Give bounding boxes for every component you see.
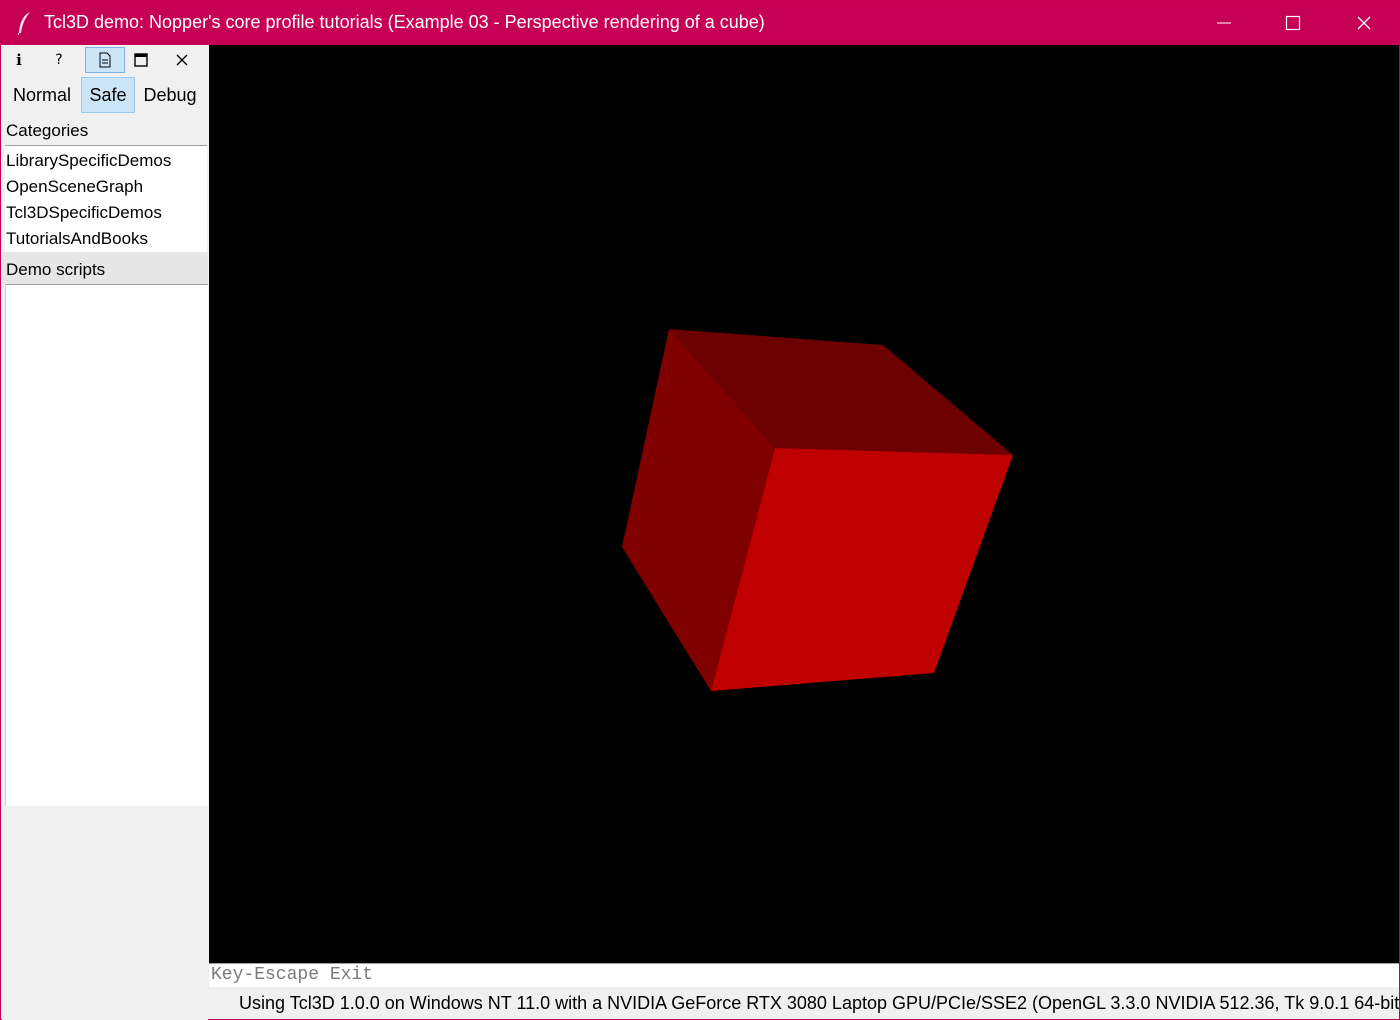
demo-scripts-header: Demo scripts (2, 252, 208, 284)
demo-scripts-list[interactable] (5, 284, 208, 806)
demo-scripts-label: Demo scripts (6, 260, 106, 279)
help-icon: ? (55, 52, 63, 68)
info-button[interactable]: i (0, 47, 39, 73)
opengl-viewport[interactable] (209, 45, 1399, 963)
close-icon (176, 54, 188, 66)
maximize-button[interactable] (1270, 1, 1316, 45)
title-bar[interactable]: Tcl3D demo: Nopper's core profile tutori… (1, 1, 1399, 45)
close-icon (1357, 16, 1371, 30)
app-window: Tcl3D demo: Nopper's core profile tutori… (0, 0, 1400, 1020)
key-info-line: Key-Escape Exit (209, 963, 1399, 987)
categories-list[interactable]: LibrarySpecificDemos OpenSceneGraph Tcl3… (5, 145, 207, 252)
mode-normal-button[interactable]: Normal (6, 77, 78, 113)
mode-debug-button[interactable]: Debug (138, 77, 202, 113)
document-button[interactable] (85, 47, 125, 73)
maximize-icon (1285, 15, 1301, 31)
close-button[interactable] (1341, 1, 1387, 45)
minimize-icon (1217, 22, 1231, 24)
info-icon: i (16, 51, 22, 69)
status-bar: Using Tcl3D 1.0.0 on Windows NT 11.0 wit… (239, 993, 1400, 1013)
document-icon (99, 52, 111, 68)
exit-button[interactable] (162, 47, 202, 73)
categories-label: Categories (6, 121, 89, 140)
toolbar: i ? (2, 45, 208, 77)
mode-selector: Normal Safe Debug (2, 77, 208, 115)
window-title: Tcl3D demo: Nopper's core profile tutori… (44, 12, 765, 32)
feather-icon (15, 11, 35, 36)
list-item[interactable]: LibrarySpecificDemos (6, 151, 171, 171)
list-item[interactable]: TutorialsAndBooks (6, 229, 148, 249)
fullscreen-icon (134, 53, 148, 67)
cube-render (622, 329, 1013, 691)
help-button[interactable]: ? (39, 47, 79, 73)
fullscreen-button[interactable] (121, 47, 161, 73)
list-item[interactable]: OpenSceneGraph (6, 177, 143, 197)
minimize-button[interactable] (1201, 1, 1247, 45)
sidebar: i ? Normal Safe Debug Categories Library… (2, 45, 208, 1020)
list-item[interactable]: Tcl3DSpecificDemos (6, 203, 162, 223)
mode-safe-button[interactable]: Safe (81, 77, 135, 113)
